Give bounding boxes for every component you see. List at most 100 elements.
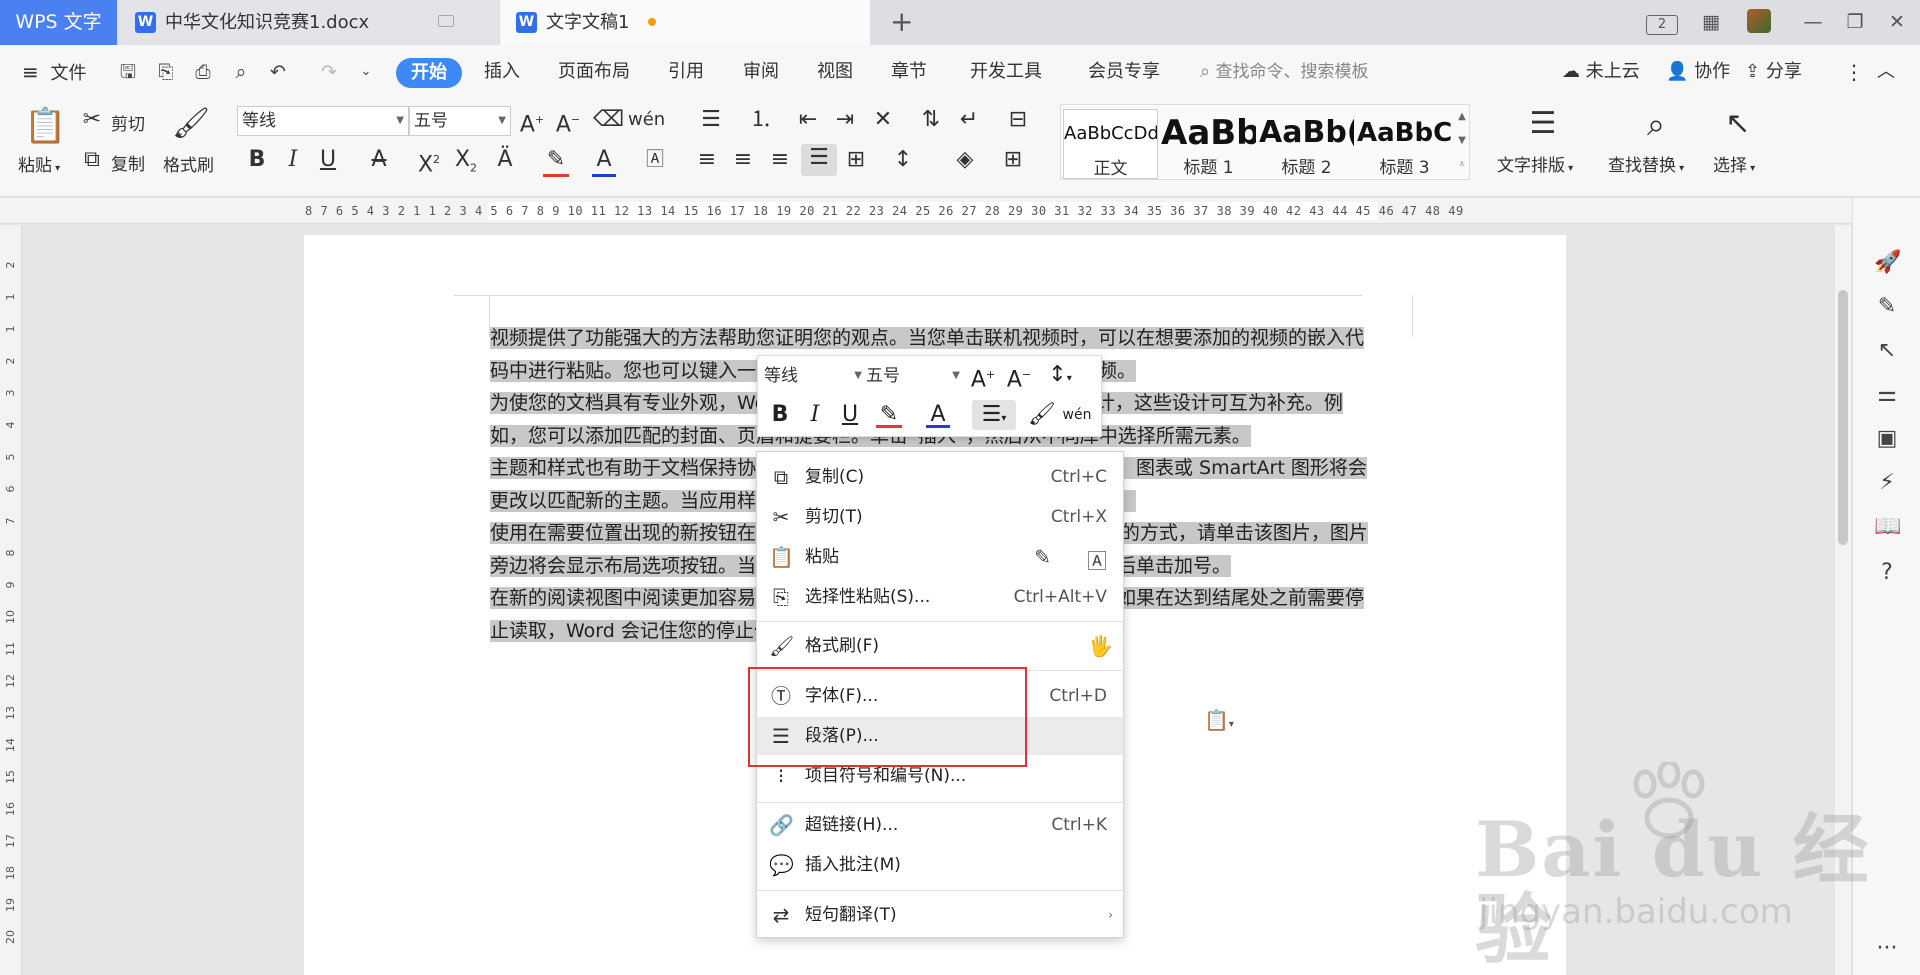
italic-icon[interactable]: I (283, 146, 303, 174)
grid-apps-icon[interactable]: ▦ (1697, 9, 1725, 35)
save-icon[interactable]: 🖫 (117, 61, 139, 83)
numbered-list-icon[interactable]: ⒈ (746, 106, 776, 134)
mini-font-color-icon[interactable]: A (926, 400, 950, 428)
add-tab-button[interactable]: + (890, 6, 913, 38)
strikethrough-icon[interactable]: A (367, 146, 391, 174)
line-spacing-icon[interactable]: ↕ (888, 146, 918, 174)
format-painter-lock-icon[interactable]: 🖐 (1088, 634, 1113, 658)
ctx-paste-special[interactable]: ⎘ 选择性粘贴(S)... Ctrl+Alt+V (757, 578, 1123, 616)
app-tab[interactable]: WPS 文字 (0, 0, 117, 45)
mini-font-size-select[interactable]: 五号 ▼ (866, 362, 962, 390)
doc-tab-2[interactable]: W 文字文稿1 (500, 0, 870, 45)
paste-text-only-icon[interactable]: 🄰 (1087, 545, 1107, 574)
help-icon[interactable]: ? (1874, 560, 1900, 586)
ctx-hyperlink[interactable]: 🔗 超链接(H)... Ctrl+K (757, 806, 1123, 844)
avatar[interactable] (1746, 9, 1772, 35)
superscript-icon[interactable]: X2 (415, 146, 443, 179)
phonetic-guide-icon[interactable]: wén (628, 106, 665, 134)
file-menu[interactable]: ≡ 文件 (22, 59, 87, 87)
format-painter-icon[interactable]: 🖌 (172, 104, 210, 144)
clear-format-icon[interactable]: ⌫ (593, 106, 624, 134)
bold-icon[interactable]: B (245, 146, 269, 174)
ctx-format-painter[interactable]: 🖌 格式刷(F) 🖐 (757, 627, 1123, 665)
ctx-paste[interactable]: 📋 粘贴 ✎ 🄰 (757, 538, 1123, 576)
find-replace-button[interactable]: 查找替换 ▾ (1608, 151, 1684, 176)
tab-references[interactable]: 引用 (668, 59, 704, 85)
subscript-icon[interactable]: X2 (452, 146, 480, 182)
mini-align-icon[interactable]: ☰▾ (972, 400, 1016, 430)
mini-italic-icon[interactable]: I (805, 400, 825, 430)
select-button[interactable]: 选择 ▾ (1713, 151, 1755, 176)
search-command[interactable]: ⌕ 查找命令、搜索模板 (1200, 59, 1369, 85)
font-name-select[interactable]: 等线 ▼ (237, 106, 409, 136)
rocket-icon[interactable]: 🚀 (1874, 250, 1901, 276)
window-count-icon[interactable]: 2 (1644, 9, 1680, 35)
chinese-layout-icon[interactable]: ✕ (868, 106, 898, 134)
tab-start[interactable]: 开始 (396, 58, 462, 88)
show-marks-icon[interactable]: ↵ (954, 106, 984, 134)
borders-icon[interactable]: ⊞ (998, 146, 1028, 174)
text-layout-icon[interactable]: ☰ (1523, 104, 1563, 144)
grow-font-icon[interactable]: A+ (519, 106, 545, 139)
share-button[interactable]: ⇪ 分享 (1745, 59, 1802, 85)
tab-review[interactable]: 审阅 (743, 59, 779, 85)
paste-options-icon[interactable]: 📋▾ (1204, 708, 1234, 732)
text-layout-button[interactable]: 文字排版 ▾ (1497, 151, 1573, 176)
highlight-icon[interactable]: ✎ (543, 146, 569, 177)
restore-icon[interactable]: ❐ (1842, 9, 1868, 35)
tab-developer[interactable]: 开发工具 (970, 59, 1042, 85)
paste-icon[interactable]: 📋 (24, 104, 66, 148)
minimize-icon[interactable]: — (1800, 9, 1826, 35)
print-preview-icon[interactable]: ⌕ (230, 61, 252, 83)
format-painter-button[interactable]: 格式刷 (163, 151, 214, 176)
mini-font-name-select[interactable]: 等线 ▼ (764, 362, 864, 390)
scrollbar-thumb[interactable] (1838, 290, 1848, 545)
more-icon[interactable]: ⋮ (1844, 59, 1864, 85)
vertical-ruler[interactable]: 2 1 1 2 3 4 5 6 7 8 9 10 11 12 13 14 15 16 17 18 19 20 (0, 225, 22, 975)
mini-line-spacing-icon[interactable]: ↕▾ (1040, 360, 1080, 390)
distribute-icon[interactable]: ⊞ (842, 146, 870, 174)
undo-icon[interactable]: ↶ (267, 61, 289, 83)
image-edit-icon[interactable]: ▣ (1874, 426, 1900, 452)
text-effect-icon[interactable]: Ä (492, 146, 518, 174)
export-icon[interactable]: ⎘ (155, 61, 177, 83)
close-icon[interactable]: ✕ (1884, 9, 1910, 35)
cursor-icon[interactable]: ↖ (1874, 338, 1900, 364)
mini-shrink-font-icon[interactable]: A− (1006, 360, 1032, 392)
cut-icon[interactable]: ✂ (80, 106, 104, 134)
decrease-indent-icon[interactable]: ⇤ (794, 106, 822, 134)
mini-highlight-icon[interactable]: ✎ (876, 400, 902, 428)
sort-icon[interactable]: ⇅ (917, 106, 945, 134)
tab-view[interactable]: 视图 (817, 59, 853, 85)
energy-icon[interactable]: ⚡ (1874, 470, 1900, 496)
quick-access-dropdown-icon[interactable]: ⌄ (355, 61, 377, 83)
paste-button[interactable]: 粘贴 ▾ (18, 151, 60, 176)
book-icon[interactable]: 📖 (1874, 514, 1901, 540)
mini-format-painter-icon[interactable]: 🖌 (1028, 400, 1056, 430)
cloud-status[interactable]: ☁ 未上云 (1562, 59, 1640, 85)
ctx-cut[interactable]: ✂ 剪切(T) Ctrl+X (757, 498, 1123, 536)
align-left-icon[interactable]: ≡ (694, 146, 720, 174)
tab-chapter[interactable]: 章节 (891, 59, 927, 85)
tab-insert[interactable]: 插入 (484, 59, 520, 85)
align-right-icon[interactable]: ≡ (767, 146, 793, 174)
paste-keep-format-icon[interactable]: ✎ (1034, 545, 1051, 569)
shrink-font-icon[interactable]: A− (555, 106, 581, 139)
table-ruler-icon[interactable]: ⊟ (1003, 106, 1033, 134)
ctx-insert-comment[interactable]: 💬 插入批注(M) (757, 846, 1123, 884)
sliders-icon[interactable]: ⚌ (1874, 382, 1900, 408)
mini-underline-icon[interactable]: U (838, 400, 862, 430)
ctx-copy[interactable]: ⧉ 复制(C) Ctrl+C (757, 458, 1123, 496)
horizontal-ruler[interactable]: 8 7 6 5 4 3 2 1 1 2 3 4 5 6 7 8 9 10 11 … (0, 198, 1920, 224)
style-heading-3[interactable]: AaBbC 标题 3 (1357, 109, 1452, 179)
copy-icon[interactable]: ⧉ (80, 146, 104, 174)
align-center-icon[interactable]: ≡ (730, 146, 756, 174)
pen-icon[interactable]: ✎ (1874, 294, 1900, 320)
char-border-icon[interactable]: 🄰 (643, 146, 667, 174)
tab-page-layout[interactable]: 页面布局 (558, 59, 630, 85)
collab-button[interactable]: 👤 协作 (1666, 59, 1730, 85)
bullet-list-icon[interactable]: ☰ (696, 106, 726, 134)
font-size-select[interactable]: 五号 ▼ (409, 106, 511, 136)
print-icon[interactable]: ⎙ (192, 61, 214, 83)
increase-indent-icon[interactable]: ⇥ (831, 106, 859, 134)
